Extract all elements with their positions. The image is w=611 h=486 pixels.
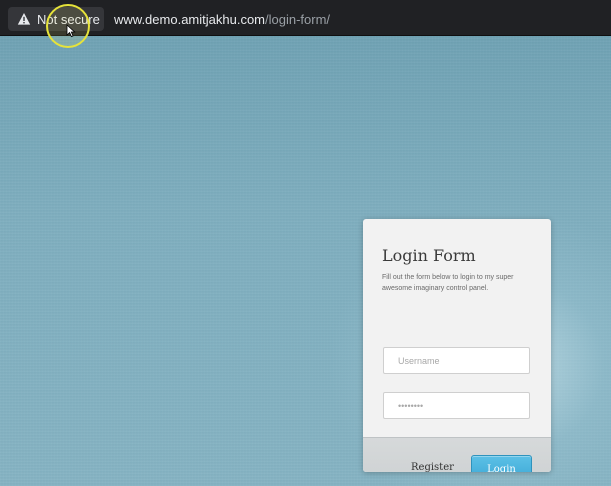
url-host: www.demo.amitjakhu.com (114, 12, 265, 27)
password-input[interactable] (383, 392, 530, 419)
browser-toolbar: Not secure www.demo.amitjakhu.com/login-… (0, 0, 611, 36)
warning-icon (17, 12, 31, 26)
form-description: Fill out the form below to login to my s… (382, 274, 514, 292)
page-background: Login Form Fill out the form below to lo… (0, 36, 611, 486)
security-indicator[interactable]: Not secure (8, 7, 104, 31)
url-path: /login-form/ (265, 12, 331, 27)
security-label: Not secure (37, 11, 100, 27)
form-footer: Register Login (363, 437, 551, 472)
register-link[interactable]: Register (411, 462, 454, 472)
form-title: Login Form (382, 246, 476, 265)
username-input[interactable] (383, 347, 530, 374)
login-button[interactable]: Login (471, 455, 532, 472)
login-form-card: Login Form Fill out the form below to lo… (363, 219, 551, 472)
address-bar[interactable]: www.demo.amitjakhu.com/login-form/ (114, 12, 330, 27)
